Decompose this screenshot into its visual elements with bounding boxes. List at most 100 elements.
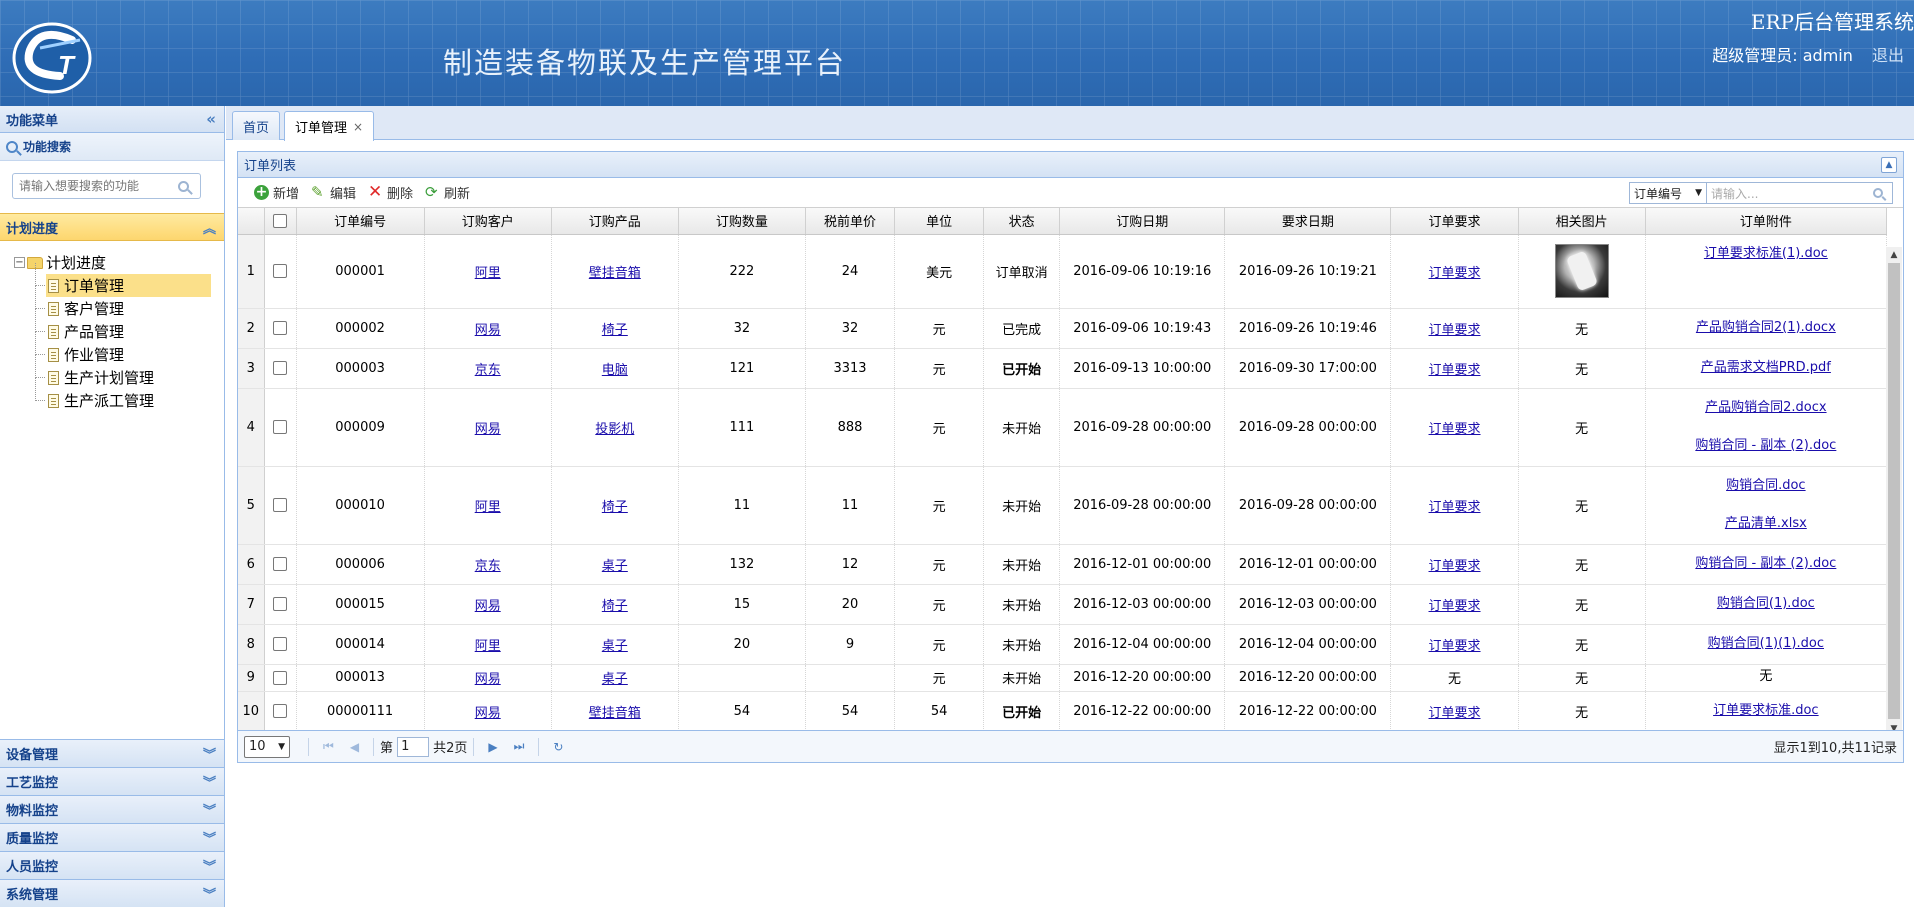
tree-item-dispatch-management[interactable]: 生产派工管理 (14, 378, 224, 412)
column-header[interactable]: 订购客户 (424, 208, 552, 235)
row-checkbox[interactable] (273, 597, 288, 611)
order-requirement-link[interactable]: 订单要求 (1429, 500, 1481, 515)
product-link[interactable]: 椅子 (602, 599, 628, 614)
attachment-link[interactable]: 产品需求文档PRD.pdf (1646, 349, 1886, 387)
section-process[interactable]: 工艺监控 ︾ (0, 767, 224, 795)
product-link[interactable]: 椅子 (602, 323, 628, 338)
column-header[interactable]: 订单附件 (1645, 208, 1888, 235)
chevron-down-icon[interactable]: ︾ (203, 744, 216, 763)
product-link[interactable]: 壁挂音箱 (589, 706, 641, 721)
scroll-up-icon[interactable]: ▲ (1886, 247, 1902, 263)
product-link[interactable]: 桌子 (602, 639, 628, 654)
product-link[interactable]: 桌子 (602, 559, 628, 574)
row-checkbox[interactable] (273, 670, 288, 685)
row-checkbox[interactable] (273, 704, 288, 718)
table-row[interactable]: 7 000015 网易 椅子 15 20 元 未开始 2016-12-03 00… (238, 584, 1888, 625)
customer-link[interactable]: 京东 (475, 363, 501, 378)
order-requirement-link[interactable]: 订单要求 (1429, 266, 1481, 281)
tab-home[interactable]: 首页 (232, 111, 281, 140)
column-header[interactable]: 订购日期 (1059, 208, 1226, 235)
attachment-link[interactable]: 产品购销合同2.docx (1646, 389, 1886, 427)
scroll-thumb[interactable] (1888, 263, 1900, 719)
tree-item-production-plan[interactable]: 生产计划管理 (14, 355, 224, 389)
column-header[interactable]: 状态 (983, 208, 1061, 235)
table-row[interactable]: 8 000014 阿里 桌子 20 9 元 未开始 2016-12-04 00:… (238, 624, 1888, 665)
column-header[interactable]: 订购数量 (678, 208, 806, 235)
grid-search-input[interactable]: 请输入... (1707, 182, 1893, 204)
tree-collapse-icon[interactable]: − (14, 257, 25, 268)
customer-link[interactable]: 阿里 (475, 639, 501, 654)
section-material[interactable]: 物料监控 ︾ (0, 795, 224, 823)
search-icon[interactable] (178, 180, 189, 192)
customer-link[interactable]: 阿里 (475, 266, 501, 281)
customer-link[interactable]: 阿里 (475, 500, 501, 515)
customer-link[interactable]: 网易 (475, 323, 501, 338)
chevron-down-icon[interactable]: ︾ (203, 772, 216, 791)
page-number-input[interactable]: 1 (397, 736, 430, 757)
collapse-panel-icon[interactable]: ▲ (1881, 156, 1897, 173)
table-row[interactable]: 10 00000111 网易 壁挂音箱 54 54 54 已开始 2016-12… (238, 691, 1888, 732)
section-system[interactable]: 系统管理 ︾ (0, 879, 224, 907)
order-requirement-link[interactable]: 订单要求 (1429, 323, 1481, 338)
order-requirement-link[interactable]: 订单要求 (1429, 363, 1481, 378)
chevron-down-icon[interactable]: ︾ (203, 856, 216, 875)
product-link[interactable]: 投影机 (595, 422, 634, 437)
tree-item-job-management[interactable]: 作业管理 (14, 332, 224, 366)
next-page-icon[interactable]: ▶ (488, 740, 497, 754)
refresh-button[interactable]: ⟳ 刷新 (425, 183, 470, 203)
attachment-link[interactable]: 购销合同(1)(1).doc (1646, 625, 1886, 663)
section-personnel[interactable]: 人员监控 ︾ (0, 851, 224, 879)
tree-item-order-management[interactable]: 订单管理 (14, 263, 224, 297)
chevron-down-icon[interactable]: ︾ (203, 884, 216, 903)
vertical-scrollbar[interactable]: ▲ ▼ (1886, 247, 1902, 737)
reload-icon[interactable]: ↻ (553, 740, 563, 754)
tree-node-plan-progress[interactable]: − 计划进度 (14, 251, 224, 274)
customer-link[interactable]: 网易 (475, 672, 501, 687)
function-search-input[interactable] (19, 179, 169, 193)
attachment-link[interactable]: 产品购销合同2(1).docx (1646, 309, 1886, 347)
attachment-link[interactable]: 购销合同 - 副本 (2).doc (1646, 545, 1886, 583)
row-checkbox[interactable] (273, 557, 288, 571)
last-page-icon[interactable]: ⏭ (514, 739, 525, 754)
table-row[interactable]: 4 000009 网易 投影机 111 888 元 未开始 2016-09-28… (238, 388, 1888, 467)
product-link[interactable]: 电脑 (602, 363, 628, 378)
table-row[interactable]: 1 000001 阿里 壁挂音箱 222 24 美元 订单取消 2016-09-… (238, 234, 1888, 309)
table-row[interactable]: 2 000002 网易 椅子 32 32 元 已完成 2016-09-06 10… (238, 308, 1888, 349)
attachment-link[interactable]: 购销合同.doc (1646, 467, 1886, 505)
select-all-checkbox[interactable] (273, 213, 288, 228)
tab-order-management[interactable]: 订单管理 × (284, 111, 375, 141)
order-requirement-link[interactable]: 订单要求 (1429, 422, 1481, 437)
column-header[interactable]: 单位 (894, 208, 985, 235)
row-checkbox[interactable] (273, 264, 288, 278)
customer-link[interactable]: 网易 (475, 599, 501, 614)
chevron-down-icon[interactable]: ︾ (203, 800, 216, 819)
row-checkbox[interactable] (273, 637, 288, 651)
first-page-icon[interactable]: ⏮ (323, 739, 334, 754)
order-requirement-link[interactable]: 订单要求 (1429, 599, 1481, 614)
search-field-select[interactable]: 订单编号 ▼ (1629, 182, 1707, 204)
attachment-link[interactable]: 订单要求标准.doc (1646, 692, 1886, 730)
column-header[interactable]: 要求日期 (1224, 208, 1392, 235)
attachment-link[interactable]: 购销合同(1).doc (1646, 585, 1886, 623)
row-checkbox[interactable] (273, 321, 288, 335)
logout-link[interactable]: 退出 (1872, 46, 1904, 65)
section-equipment[interactable]: 设备管理 ︾ (0, 739, 224, 767)
customer-link[interactable]: 京东 (475, 559, 501, 574)
table-row[interactable]: 9 000013 网易 桌子 元 未开始 2016-12-20 00:00:00… (238, 664, 1888, 692)
table-row[interactable]: 5 000010 阿里 椅子 11 11 元 未开始 2016-09-28 00… (238, 466, 1888, 545)
column-header[interactable]: 订购产品 (551, 208, 679, 235)
add-button[interactable]: + 新增 (254, 183, 299, 202)
chevron-up-icon[interactable]: ︽ (203, 218, 216, 237)
order-requirement-link[interactable]: 订单要求 (1429, 706, 1481, 721)
delete-button[interactable]: ✕ 删除 (368, 183, 413, 203)
table-row[interactable]: 3 000003 京东 电脑 121 3313 元 已开始 2016-09-13… (238, 348, 1888, 389)
product-link[interactable]: 壁挂音箱 (589, 266, 641, 281)
row-checkbox[interactable] (273, 420, 288, 434)
attachment-link[interactable]: 产品清单.xlsx (1646, 505, 1886, 543)
tree-item-product-management[interactable]: 产品管理 (14, 309, 224, 343)
column-header[interactable]: 订单编号 (296, 208, 425, 235)
section-plan-progress[interactable]: 计划进度 ︽ (0, 213, 224, 241)
attachment-link[interactable]: 购销合同 - 副本 (2).doc (1646, 427, 1886, 465)
order-requirement-link[interactable]: 订单要求 (1429, 559, 1481, 574)
attachment-link[interactable]: 订单要求标准(1).doc (1646, 235, 1886, 273)
